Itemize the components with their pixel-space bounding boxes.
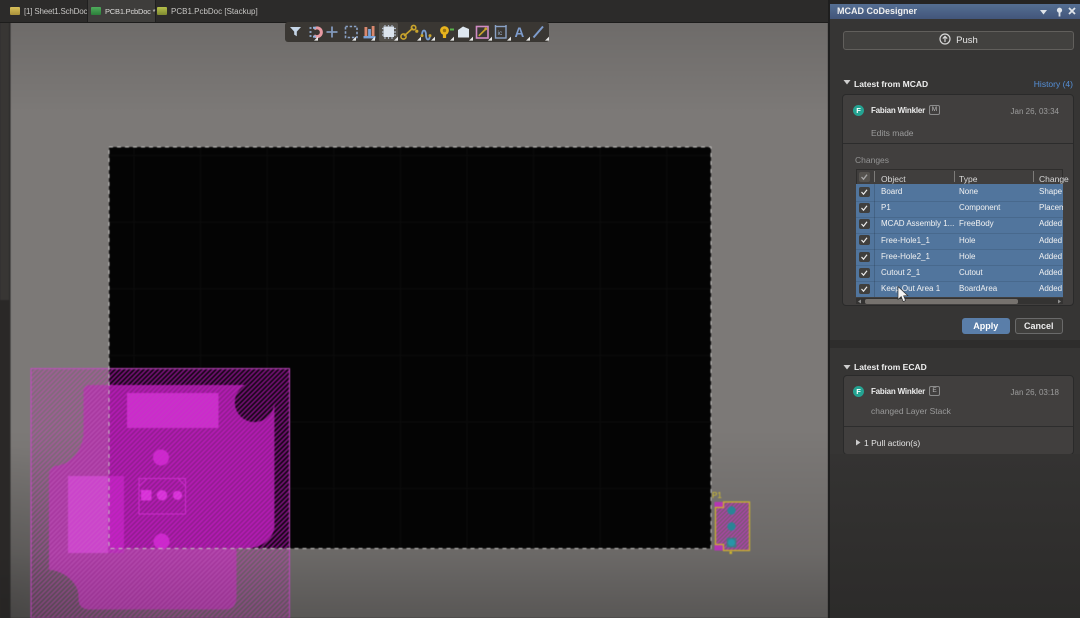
svg-text:ic: ic — [498, 30, 503, 37]
svg-text:A: A — [515, 25, 525, 40]
svg-text:P1: P1 — [712, 491, 722, 500]
